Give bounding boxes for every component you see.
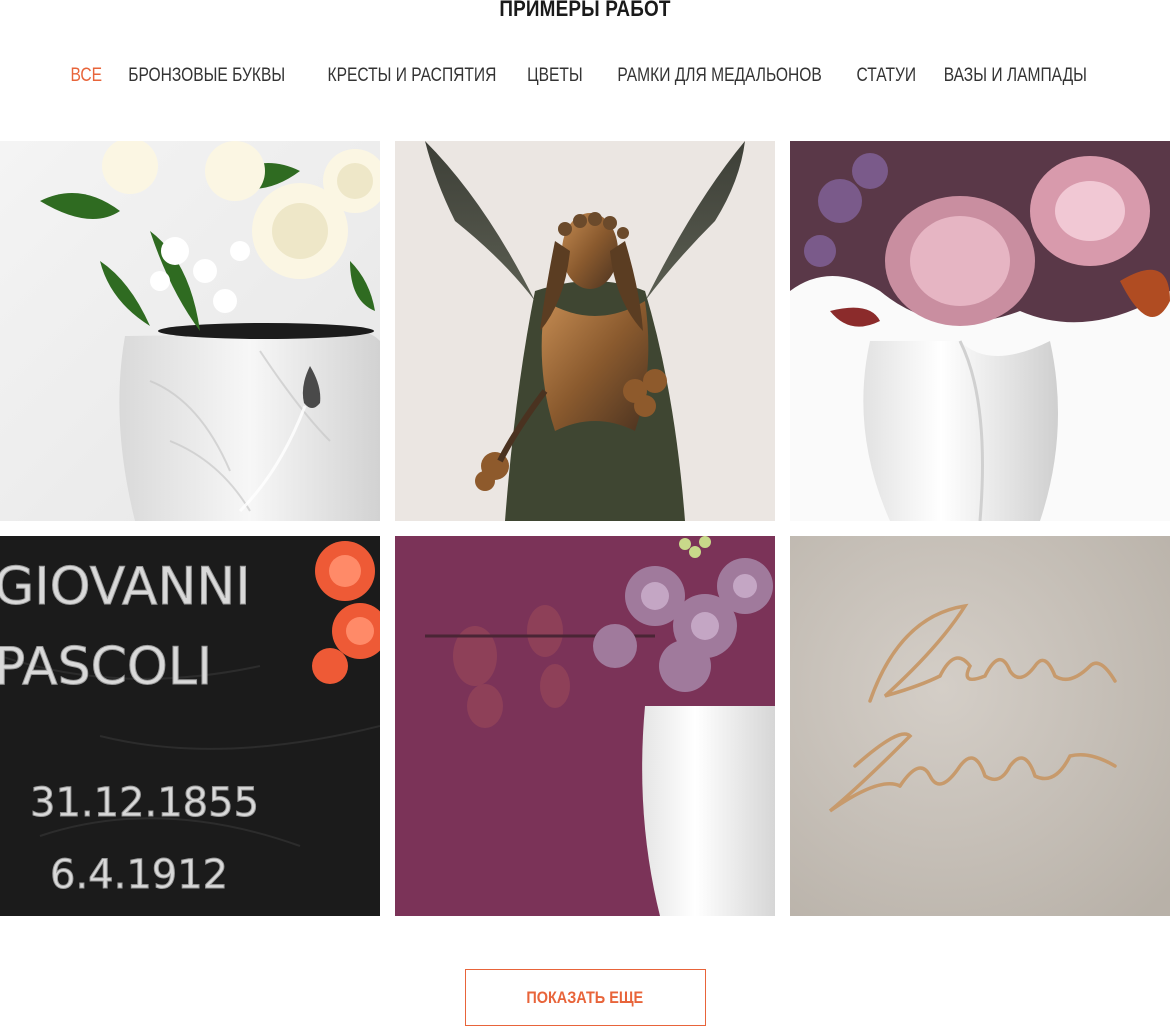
works-gallery: GIOVANNI PASCOLI 31.12.1855 6.4.1912 [0,141,1170,916]
plaque-name2: PASCOLI [0,637,212,697]
anthurium-vase-image [790,141,1170,521]
gallery-item-letter-plaque[interactable]: GIOVANNI PASCOLI 31.12.1855 6.4.1912 [0,536,380,916]
show-more-container: ПОКАЗАТЬ ЕЩЕ [0,969,1170,1026]
marble-vase-image [0,141,380,521]
gallery-item-anthurium-vase[interactable] [790,141,1170,521]
show-more-button[interactable]: ПОКАЗАТЬ ЕЩЕ [464,969,706,1026]
filter-all[interactable]: ВСЕ [58,62,114,90]
purple-vase-image [395,536,775,916]
gallery-item-marble-vase[interactable] [0,141,380,521]
category-filter-bar: ВСЕ БРОНЗОВЫЕ БУКВЫ КРЕСТЫ И РАСПЯТИЯ ЦВ… [0,62,1170,90]
plaque-date2: 6.4.1912 [50,852,228,898]
filter-vases-lamps[interactable]: ВАЗЫ И ЛАМПАДЫ [932,62,1100,90]
letter-plaque-image: GIOVANNI PASCOLI 31.12.1855 6.4.1912 [0,536,380,916]
show-more-label: ПОКАЗАТЬ ЕЩЕ [526,987,644,1007]
gallery-item-signature-lettering[interactable] [790,536,1170,916]
filter-flowers[interactable]: ЦВЕТЫ [515,62,595,90]
gallery-item-purple-vase[interactable] [395,536,775,916]
plaque-date1: 31.12.1855 [30,780,259,826]
bronze-angel-image [395,141,775,521]
filter-statues[interactable]: СТАТУИ [844,62,928,90]
filter-medallion-frames[interactable]: РАМКИ ДЛЯ МЕДАЛЬОНОВ [605,62,834,90]
filter-crosses[interactable]: КРЕСТЫ И РАСПЯТИЯ [315,62,508,90]
plaque-name1: GIOVANNI [0,557,251,617]
signature-lettering-image [790,536,1170,916]
page-title: ПРИМЕРЫ РАБОТ [499,0,671,21]
filter-bronze-letters[interactable]: БРОНЗОВЫЕ БУКВЫ [116,62,298,90]
gallery-item-bronze-angel[interactable] [395,141,775,521]
